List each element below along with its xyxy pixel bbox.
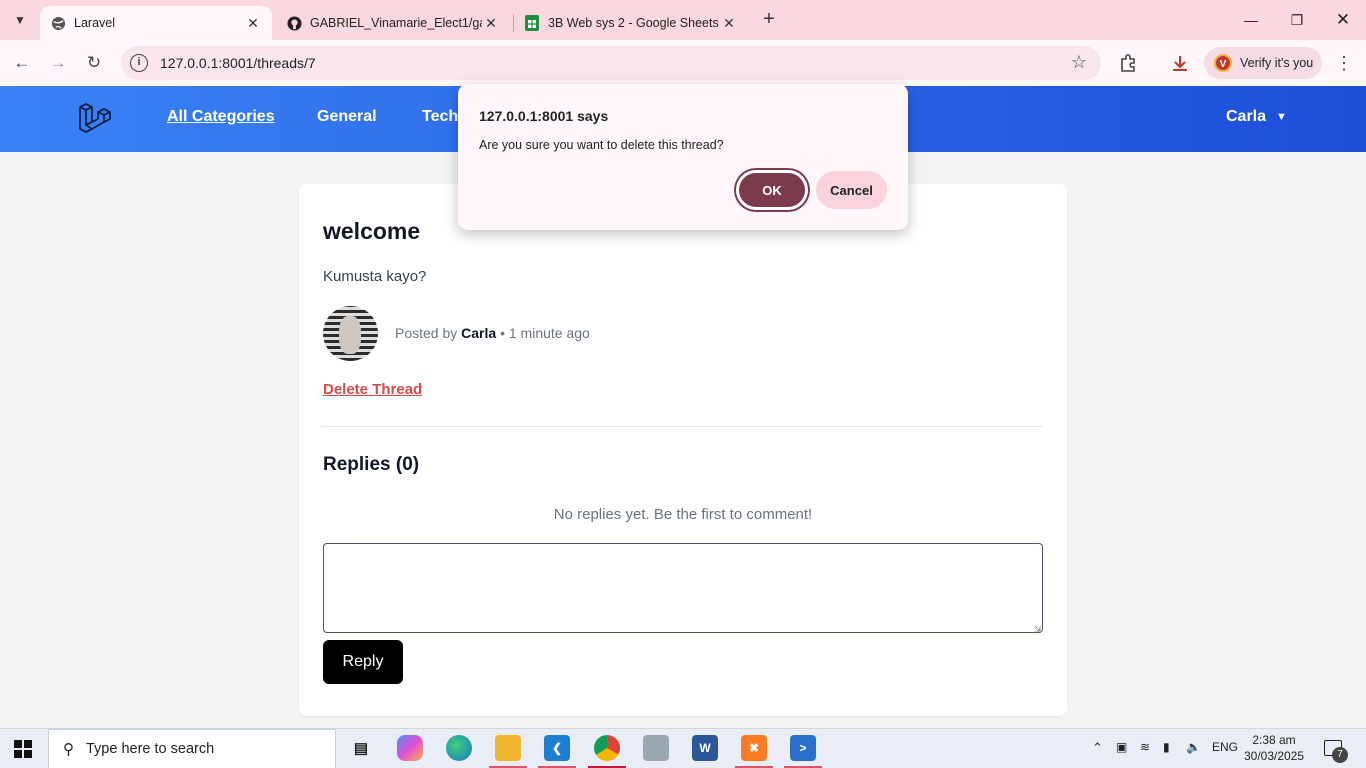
- tab-title: 3B Web sys 2 - Google Sheets: [548, 16, 719, 30]
- taskbar-search-box[interactable]: ⚲ Type here to search: [48, 729, 336, 768]
- vscode-icon[interactable]: ❮: [544, 735, 570, 761]
- new-tab-plus-icon[interactable]: +: [758, 9, 780, 31]
- verify-label: Verify it's you: [1240, 56, 1314, 70]
- powershell-icon[interactable]: >: [790, 735, 816, 761]
- wifi-icon[interactable]: ≋: [1140, 740, 1150, 754]
- close-icon[interactable]: ✕: [244, 15, 262, 32]
- user-name: Carla: [1226, 108, 1267, 125]
- verify-profile-button[interactable]: V Verify it's you: [1204, 47, 1322, 79]
- close-icon[interactable]: ✕: [482, 15, 500, 32]
- task-view-icon[interactable]: ▤: [348, 735, 374, 761]
- reply-button[interactable]: Reply: [323, 640, 403, 684]
- back-arrow-icon[interactable]: ←: [8, 49, 36, 77]
- word-icon[interactable]: W: [692, 735, 718, 761]
- thread-card: welcome Kumusta kayo? Posted by Carla • …: [299, 184, 1067, 716]
- taskbar-clock[interactable]: 2:38 am 30/03/2025: [1242, 732, 1306, 764]
- clock-date: 30/03/2025: [1243, 749, 1305, 763]
- chrome-icon[interactable]: [594, 735, 620, 761]
- posted-prefix: Posted by: [395, 325, 458, 341]
- thread-title: welcome: [323, 218, 421, 244]
- copilot-icon[interactable]: [397, 735, 423, 761]
- tray-chevron-up-icon[interactable]: ⌃: [1092, 740, 1103, 756]
- thread-time: 1 minute ago: [508, 325, 590, 341]
- delete-thread-link[interactable]: Delete Thread: [323, 381, 422, 398]
- edge-icon[interactable]: [446, 735, 472, 761]
- divider: [321, 426, 1043, 427]
- extensions-puzzle-icon[interactable]: [1114, 49, 1142, 77]
- thread-author[interactable]: Carla: [461, 325, 496, 341]
- replies-heading: Replies (0): [323, 454, 420, 475]
- kebab-menu-icon[interactable]: ⋮: [1330, 49, 1358, 77]
- close-icon[interactable]: ✕: [720, 15, 738, 32]
- globe-icon: [50, 15, 66, 31]
- github-icon: [286, 15, 302, 31]
- cancel-button[interactable]: Cancel: [816, 171, 887, 209]
- clock-time: 2:38 am: [1252, 733, 1296, 747]
- dialog-title: 127.0.0.1:8001 says: [479, 108, 609, 124]
- battery-icon[interactable]: ▮: [1163, 740, 1170, 754]
- profile-avatar: V: [1214, 54, 1232, 72]
- tab-laravel[interactable]: Laravel ✕: [40, 6, 272, 40]
- nav-link-tech[interactable]: Tech: [422, 108, 458, 126]
- forward-arrow-icon[interactable]: →: [44, 49, 72, 77]
- language-indicator[interactable]: ENG: [1212, 740, 1238, 754]
- empty-replies-message: No replies yet. Be the first to comment!: [553, 506, 813, 523]
- url-text[interactable]: 127.0.0.1:8001/threads/7: [160, 55, 316, 71]
- google-sheets-icon: [524, 15, 540, 31]
- xampp-icon[interactable]: ✖: [741, 735, 767, 761]
- tab-github[interactable]: GABRIEL_Vinamarie_Elect1/gab ✕: [276, 6, 510, 40]
- nav-link-general[interactable]: General: [317, 108, 377, 126]
- resize-grip-icon[interactable]: ⇲: [1034, 624, 1042, 635]
- reload-icon[interactable]: ↻: [80, 49, 108, 77]
- tab-title: Laravel: [74, 16, 115, 30]
- download-icon[interactable]: [1166, 49, 1194, 77]
- laravel-logo-icon[interactable]: [76, 100, 112, 136]
- avatar: [323, 306, 378, 361]
- browser-toolbar: ← → ↻ i 127.0.0.1:8001/threads/7 ☆ V Ver…: [0, 40, 1366, 86]
- meet-now-icon[interactable]: ▣: [1116, 740, 1127, 754]
- search-icon: ⚲: [63, 741, 74, 758]
- bookmark-star-icon[interactable]: ☆: [1071, 52, 1087, 73]
- chevron-down-icon: ▼: [1276, 111, 1287, 123]
- dialog-message: Are you sure you want to delete this thr…: [479, 138, 724, 152]
- thread-meta: Posted by Carla • 1 minute ago: [395, 325, 590, 341]
- minimize-icon[interactable]: —: [1228, 0, 1274, 40]
- reply-textarea[interactable]: [323, 543, 1043, 633]
- photos-icon[interactable]: [643, 735, 669, 761]
- meta-separator: •: [500, 325, 505, 341]
- browser-tab-strip: ▼ Laravel ✕ GABRIEL_Vinamarie_Elect1/gab…: [0, 0, 1366, 40]
- ok-button[interactable]: OK: [736, 170, 808, 210]
- tab-google-sheets[interactable]: 3B Web sys 2 - Google Sheets ✕: [514, 6, 748, 40]
- confirm-dialog: 127.0.0.1:8001 says Are you sure you wan…: [458, 84, 908, 230]
- volume-icon[interactable]: 🔈: [1186, 740, 1201, 754]
- user-menu[interactable]: Carla ▼: [1226, 108, 1287, 126]
- nav-link-all-categories[interactable]: All Categories: [167, 108, 275, 126]
- site-info-icon[interactable]: i: [130, 54, 148, 72]
- address-bar[interactable]: i 127.0.0.1:8001/threads/7 ☆: [121, 46, 1101, 80]
- file-explorer-icon[interactable]: [495, 735, 521, 761]
- tab-search-chevron-icon[interactable]: ▼: [8, 8, 32, 32]
- restore-icon[interactable]: ❐: [1274, 0, 1320, 40]
- window-close-icon[interactable]: ✕: [1320, 0, 1366, 40]
- tab-title: GABRIEL_Vinamarie_Elect1/gab: [310, 16, 482, 30]
- thread-body: Kumusta kayo?: [323, 268, 427, 285]
- notification-badge: 7: [1332, 747, 1348, 763]
- taskbar: ⚲ Type here to search ▤ ❮ W ✖ > ⌃ ▣ ≋ ▮ …: [0, 728, 1366, 768]
- taskbar-search-placeholder: Type here to search: [86, 741, 215, 757]
- windows-start-icon[interactable]: [14, 740, 32, 758]
